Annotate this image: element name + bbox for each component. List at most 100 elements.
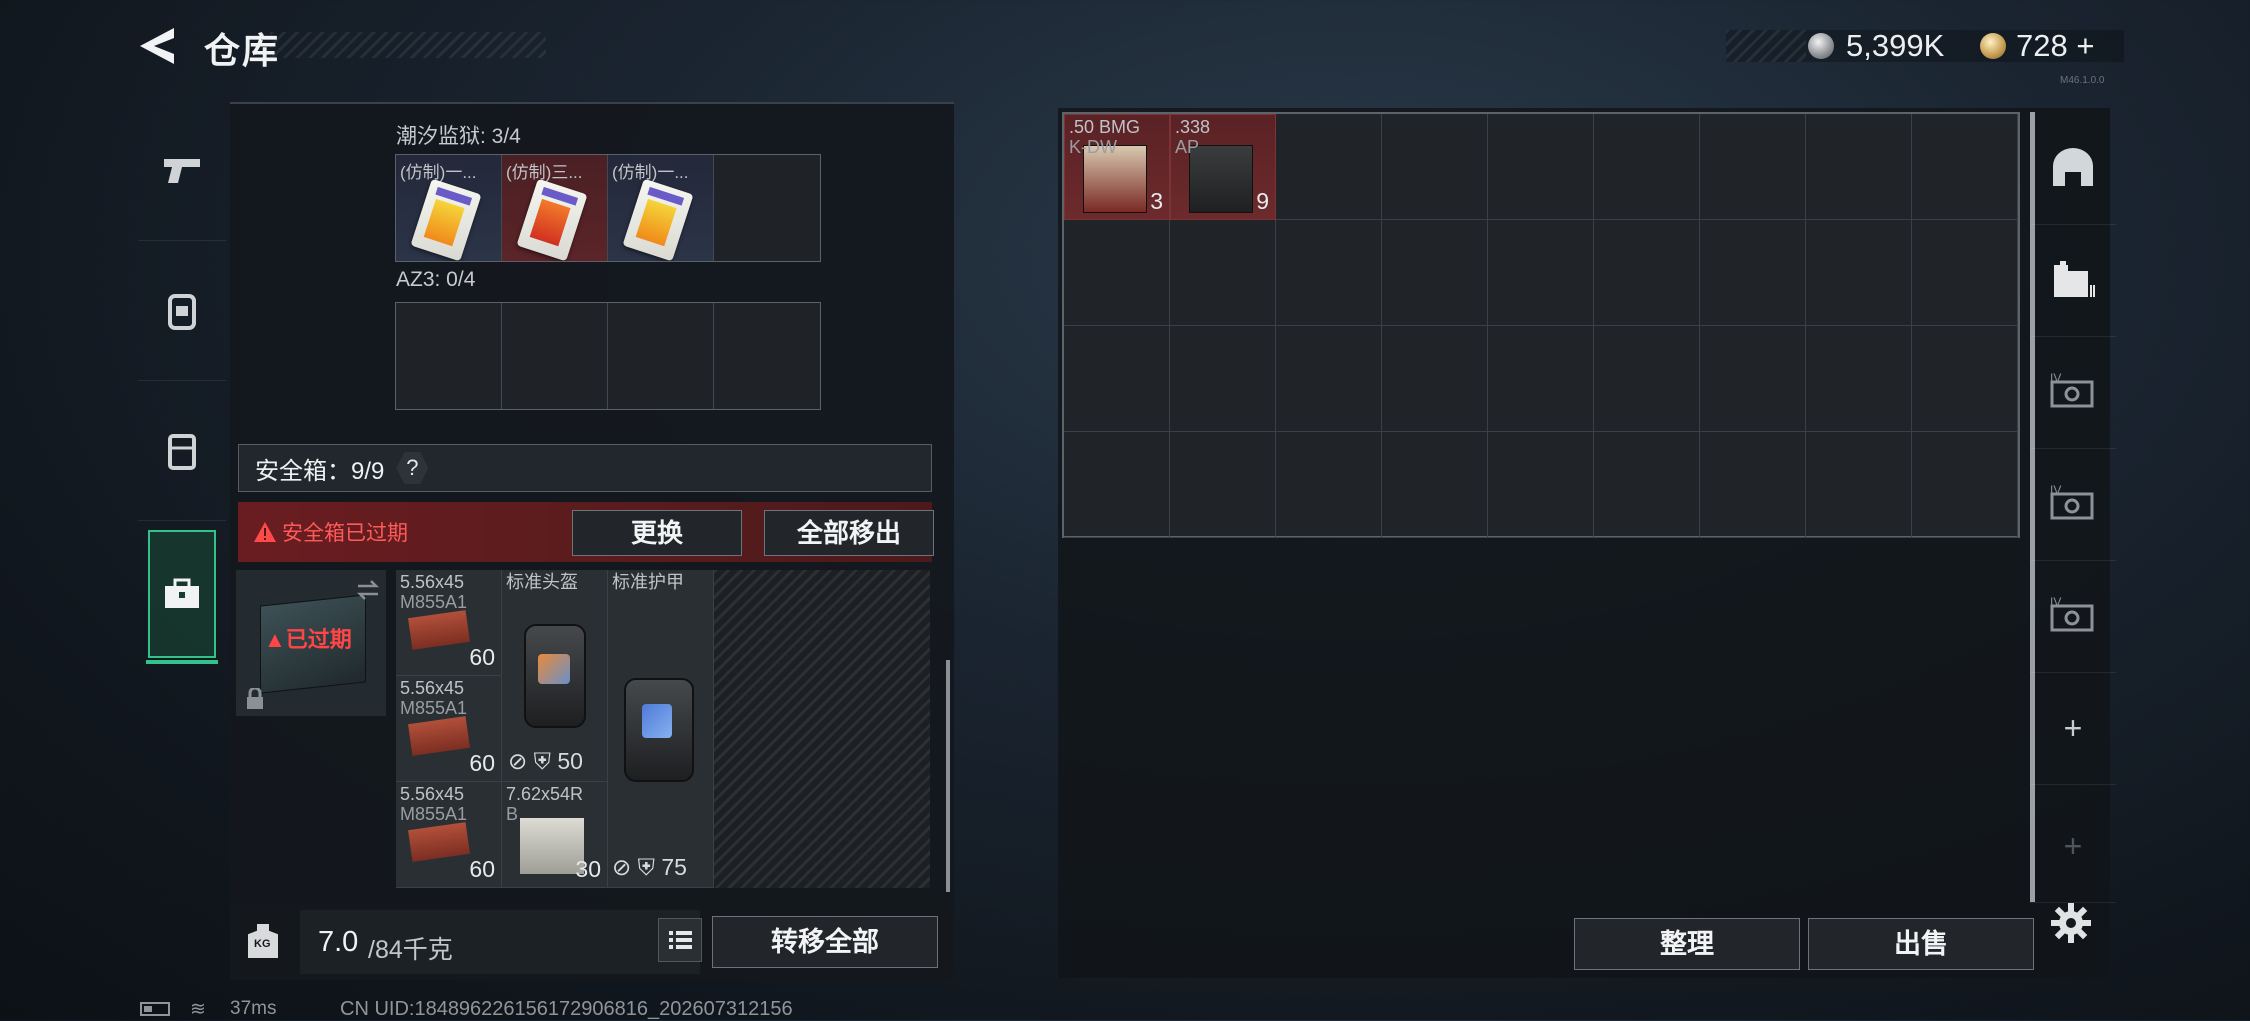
transfer-all-button[interactable]: 转移全部 [712,916,938,968]
weight-bar: KG 7.0 /84千克 转移全部 [230,904,954,980]
tab-safebox[interactable] [146,530,218,664]
pistol-icon [164,159,200,183]
durability-value: 50 [557,748,583,774]
stash-cell[interactable] [1276,114,1382,220]
ammo-item[interactable]: 5.56x45 M855A1 60 [396,782,502,888]
back-button[interactable] [138,26,178,66]
add-gold-button[interactable]: + [2076,28,2094,63]
stash-cell[interactable] [1170,326,1276,432]
empty-slot[interactable] [714,155,820,261]
stash-cell[interactable] [1700,220,1806,326]
ammo-box-icon [408,822,470,862]
item-name: (仿制)三... [506,163,583,182]
empty-slot[interactable] [714,303,820,409]
help-button[interactable]: ? [396,452,429,484]
swap-icon[interactable] [356,580,380,600]
stash-ammo-item[interactable]: .338 AP 9 [1170,114,1276,220]
item-name: 标准头盔 [506,572,578,592]
settings-button[interactable] [2050,902,2092,949]
stash-cell[interactable] [1276,326,1382,432]
remove-all-button[interactable]: 全部移出 [764,510,934,556]
item-name: (仿制)一... [612,163,689,182]
ammo-item[interactable]: 5.56x45 M855A1 60 [396,676,502,782]
page-title: 仓库 [204,30,281,71]
tab-stash-folder[interactable] [2030,224,2116,337]
stash-cell[interactable] [1912,114,2018,220]
item-count: 60 [469,644,495,670]
stash-cell[interactable] [1594,326,1700,432]
item-count: 60 [469,750,495,776]
item-count: 9 [1256,188,1269,214]
empty-slot[interactable] [502,303,608,409]
stash-cell[interactable] [1170,220,1276,326]
item-subname: M855A1 [400,804,468,824]
stash-cell[interactable] [1064,326,1170,432]
stash-cell[interactable] [1488,220,1594,326]
stash-cell[interactable] [1382,326,1488,432]
gold-value: 728 [2016,28,2068,63]
stash-cell[interactable] [1806,114,1912,220]
stash-cell[interactable] [1276,220,1382,326]
armor-item[interactable]: 标准护甲 ⊘ ⛨ 75 [608,570,714,888]
ammo-box-icon [408,716,470,756]
stash-cell[interactable] [1700,114,1806,220]
stash-cell[interactable] [1382,114,1488,220]
stash-cell[interactable] [1488,114,1594,220]
tab-iv-2[interactable]: IV [2030,448,2116,561]
stash-cell[interactable] [1594,432,1700,538]
sell-button[interactable]: 出售 [1808,918,2034,970]
empty-slot[interactable] [396,303,502,409]
no-repair-icon: ⊘ [508,748,528,774]
stash-cell[interactable] [1912,326,2018,432]
stash-cell[interactable] [1700,326,1806,432]
safebox-capacity: 安全箱：9/9 [255,457,385,485]
stash-cell[interactable] [1806,432,1912,538]
safebox-case-slot[interactable]: ▲已过期 [236,570,386,716]
organize-button[interactable]: 整理 [1574,918,1800,970]
add-disabled-icon: + [2063,827,2083,864]
item-slot[interactable]: (仿制)一... [608,155,714,261]
tab-backpack[interactable] [138,242,226,381]
stash-cell[interactable] [1488,432,1594,538]
gold-amount[interactable]: 728 + [2016,28,2094,64]
safebox-header: 安全箱：9/9 ? [238,444,932,492]
replace-button[interactable]: 更换 [572,510,742,556]
gear-icon [2051,903,2091,943]
stash-cell[interactable] [1594,220,1700,326]
armor-icon [624,678,694,782]
stash-cell[interactable] [1912,220,2018,326]
ammo-item[interactable]: 7.62x54R B 30 [502,782,608,888]
stash-cell[interactable] [1064,432,1170,538]
ammo-item[interactable]: 5.56x45 M855A1 60 [396,570,502,676]
backpack-icon [168,294,196,330]
lock-icon [247,688,263,709]
stash-cell[interactable] [1806,220,1912,326]
stash-cell[interactable] [1382,432,1488,538]
stash-cell[interactable] [1488,326,1594,432]
battery-icon [140,1002,170,1016]
stash-cell[interactable] [1594,114,1700,220]
add-icon: + [2063,709,2083,746]
stash-cell[interactable] [1912,432,2018,538]
item-slot[interactable]: (仿制)三... [502,155,608,261]
stash-cell[interactable] [1170,432,1276,538]
tab-iv-3[interactable]: IV [2030,560,2116,673]
item-subname: B [506,804,519,824]
tab-garage[interactable] [2030,112,2116,225]
helmet-item[interactable]: 标准头盔 ⊘ ⛨ 50 [502,570,608,782]
stash-ammo-item[interactable]: .50 BMG K-DW 3 [1064,114,1170,220]
list-view-button[interactable] [658,918,702,962]
title-decoration [270,32,546,58]
add-stash-tab-button[interactable]: + [2030,672,2116,785]
tab-iv-1[interactable]: IV [2030,336,2116,449]
stash-cell[interactable] [1276,432,1382,538]
item-slot[interactable]: (仿制)一... [396,155,502,261]
tab-chest-rig[interactable] [138,382,226,521]
scrollbar[interactable] [946,660,950,892]
stash-cell[interactable] [1806,326,1912,432]
tab-weapons[interactable] [138,102,226,241]
stash-cell[interactable] [1382,220,1488,326]
empty-slot[interactable] [608,303,714,409]
stash-cell[interactable] [1700,432,1806,538]
stash-cell[interactable] [1064,220,1170,326]
